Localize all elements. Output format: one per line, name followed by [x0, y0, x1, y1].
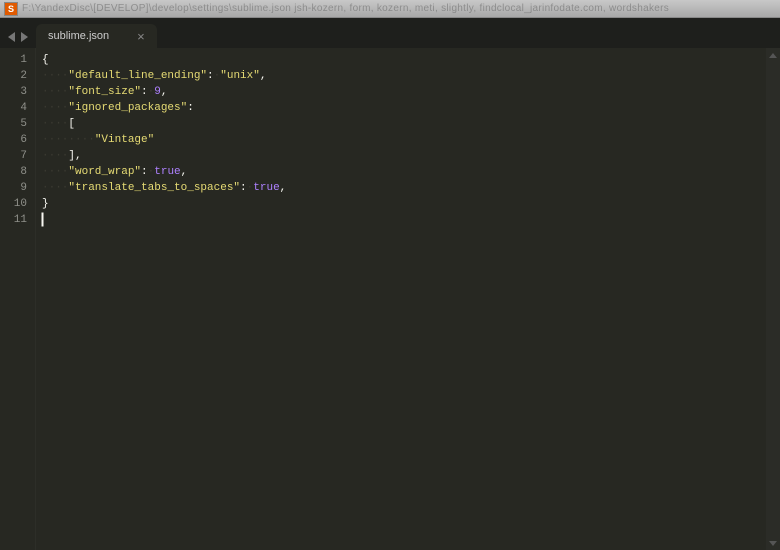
whitespace: ···· — [42, 118, 68, 130]
json-string: "unix" — [220, 70, 260, 82]
line-number: 11 — [0, 212, 27, 228]
colon: : — [207, 70, 214, 82]
app-icon: S — [4, 2, 18, 16]
tab-bar: sublime.json × — [0, 18, 780, 48]
json-key: "translate_tabs_to_spaces" — [68, 182, 240, 194]
nav-forward-icon[interactable] — [21, 32, 28, 42]
line-number: 6 — [0, 132, 27, 148]
chevron-down-icon — [769, 541, 777, 546]
window-titlebar: S F:\YandexDisc\[DEVELOP]\develop\settin… — [0, 0, 780, 18]
code-content[interactable]: {····"default_line_ending":·"unix",····"… — [36, 48, 780, 550]
window-title-path: F:\YandexDisc\[DEVELOP]\develop\settings… — [22, 3, 669, 14]
tab-filename: sublime.json — [48, 30, 109, 42]
json-bool: true — [253, 182, 279, 194]
nav-back-icon[interactable] — [8, 32, 15, 42]
comma: , — [161, 86, 168, 98]
line-number: 8 — [0, 164, 27, 180]
colon: : — [141, 86, 148, 98]
whitespace: ········ — [42, 134, 95, 146]
whitespace: ···· — [42, 102, 68, 114]
line-number: 5 — [0, 116, 27, 132]
colon: : — [141, 166, 148, 178]
brace-open: { — [42, 54, 49, 66]
whitespace: ···· — [42, 86, 68, 98]
line-number: 1 — [0, 52, 27, 68]
scroll-up-button[interactable] — [766, 48, 780, 62]
line-number: 9 — [0, 180, 27, 196]
chevron-up-icon — [769, 53, 777, 58]
whitespace: ···· — [42, 166, 68, 178]
json-number: 9 — [154, 86, 161, 98]
colon: : — [187, 102, 194, 114]
line-number: 2 — [0, 68, 27, 84]
line-number-gutter: 1 2 3 4 5 6 7 8 9 10 11 — [0, 48, 36, 550]
comma: , — [280, 182, 287, 194]
json-string: "Vintage" — [95, 134, 154, 146]
json-bool: true — [154, 166, 180, 178]
json-key: "font_size" — [68, 86, 141, 98]
comma: , — [260, 70, 267, 82]
line-number: 4 — [0, 100, 27, 116]
scroll-down-button[interactable] — [766, 536, 780, 550]
line-number: 3 — [0, 84, 27, 100]
line-number: 10 — [0, 196, 27, 212]
close-icon[interactable]: × — [137, 30, 145, 43]
editor-area: 1 2 3 4 5 6 7 8 9 10 11 {····"default_li… — [0, 48, 780, 550]
json-key: "word_wrap" — [68, 166, 141, 178]
comma: , — [181, 166, 188, 178]
bracket-open: [ — [68, 118, 75, 130]
colon: : — [240, 182, 247, 194]
nav-buttons — [4, 32, 36, 48]
vertical-scrollbar[interactable] — [766, 48, 780, 550]
whitespace: ···· — [42, 182, 68, 194]
whitespace: ···· — [42, 150, 68, 162]
tab-active[interactable]: sublime.json × — [36, 24, 157, 48]
comma: , — [75, 150, 82, 162]
line-number: 7 — [0, 148, 27, 164]
whitespace: ···· — [42, 70, 68, 82]
json-key: "default_line_ending" — [68, 70, 207, 82]
json-key: "ignored_packages" — [68, 102, 187, 114]
text-cursor — [42, 213, 43, 226]
brace-close: } — [42, 198, 49, 210]
